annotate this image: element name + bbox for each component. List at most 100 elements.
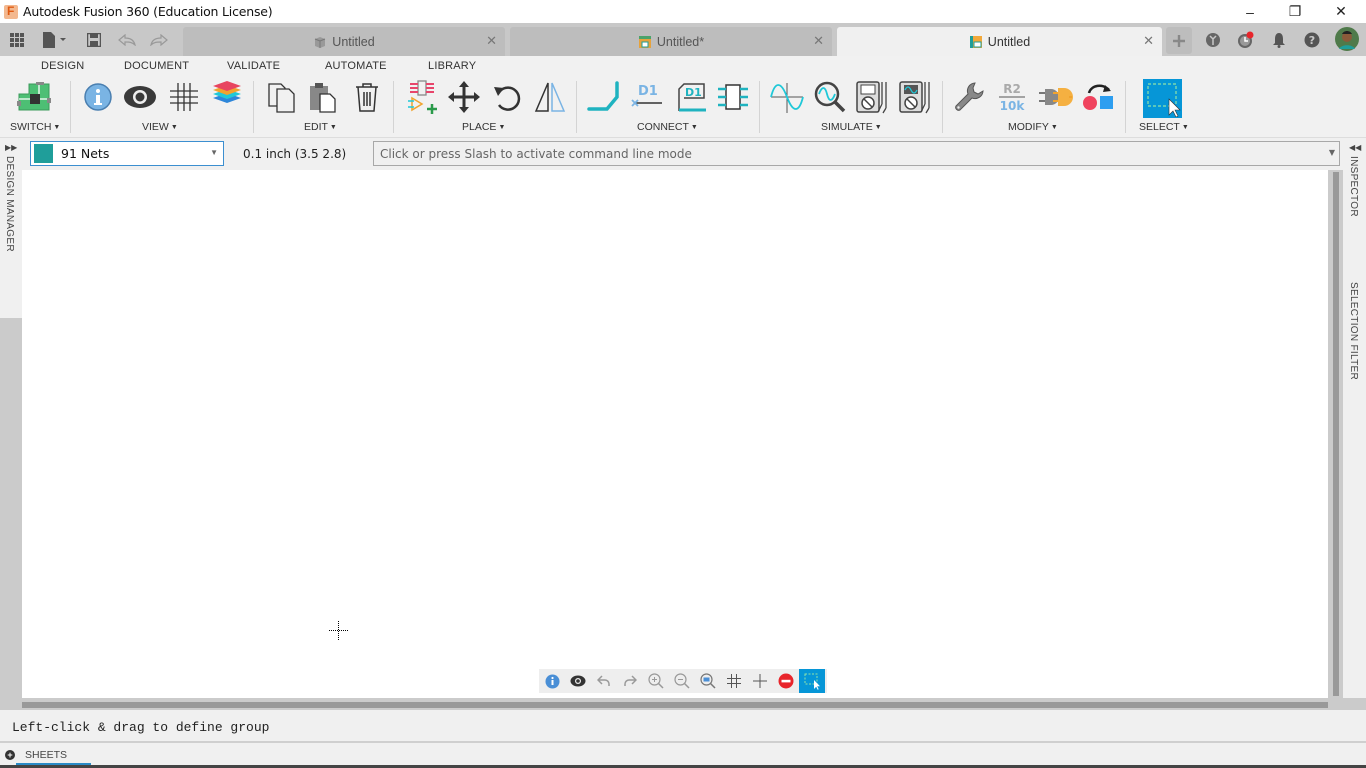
inspector-label[interactable]: INSPECTOR [1348, 156, 1359, 217]
save-button[interactable] [85, 30, 103, 50]
restore-button[interactable]: ❐ [1272, 0, 1318, 23]
net-button[interactable] [586, 79, 622, 115]
schematic-canvas[interactable] [22, 170, 1328, 698]
apps-grid-button[interactable] [7, 30, 27, 50]
place-component-icon [408, 80, 437, 114]
group-separator [759, 81, 760, 133]
job-status-button[interactable] [1236, 30, 1256, 50]
status-bar: Left-click & drag to define group [0, 710, 1366, 743]
switch-to-pcb-button[interactable] [16, 79, 52, 115]
tab-design[interactable]: DESIGN [41, 60, 84, 72]
move-icon [448, 81, 480, 113]
dropdown-caret-icon: ▼ [53, 124, 61, 131]
info-button[interactable] [80, 79, 116, 115]
design-manager-label[interactable]: DESIGN MANAGER [4, 156, 15, 252]
delete-button[interactable] [349, 79, 385, 115]
layers-button[interactable] [209, 79, 245, 115]
dropdown-caret-icon: ▼ [690, 124, 698, 131]
move-button[interactable] [446, 79, 482, 115]
grid-button[interactable] [166, 79, 202, 115]
tab-document[interactable]: DOCUMENT [124, 60, 189, 72]
extensions-icon [1206, 33, 1220, 47]
design-manager-panel[interactable]: ▶▶ DESIGN MANAGER [0, 138, 22, 318]
extensions-button[interactable] [1203, 30, 1223, 50]
tab-automate[interactable]: AUTOMATE [325, 60, 387, 72]
nav-zoom-fit-button[interactable] [695, 669, 721, 693]
expand-panel-icon[interactable]: ▶▶ [5, 143, 17, 152]
copy-button[interactable] [263, 79, 299, 115]
pin-button[interactable] [715, 79, 751, 115]
nav-redo-button[interactable] [617, 669, 643, 693]
close-tab-icon[interactable]: ✕ [486, 33, 497, 49]
rotate-button[interactable] [490, 79, 526, 115]
vertical-scroll-thumb[interactable] [1333, 172, 1339, 696]
nav-undo-button[interactable] [591, 669, 617, 693]
document-tab-3-active[interactable]: Untitled ✕ [837, 27, 1162, 56]
window-select-button[interactable] [1143, 79, 1182, 118]
sim-probe-icon [814, 81, 846, 113]
group-label-edit[interactable]: EDIT ▼ [304, 121, 337, 133]
place-component-button[interactable] [404, 79, 440, 115]
nav-stop-button[interactable] [773, 669, 799, 693]
selection-filter-label[interactable]: SELECTION FILTER [1348, 282, 1359, 380]
group-label-view[interactable]: VIEW ▼ [142, 121, 178, 133]
nav-zoom-out-button[interactable] [669, 669, 695, 693]
group-label-modify[interactable]: MODIFY ▼ [1008, 121, 1058, 133]
oscilloscope-button[interactable] [898, 79, 934, 115]
close-tab-icon[interactable]: ✕ [1143, 33, 1154, 49]
document-tab-1[interactable]: Untitled ✕ [183, 27, 505, 56]
sim-probe-button[interactable] [812, 79, 848, 115]
switch-to-pcb-icon [17, 82, 51, 111]
wrench-button[interactable] [951, 79, 987, 115]
net-class-dropdown[interactable]: 91 Nets ▼ [30, 141, 224, 166]
replace-button[interactable] [1080, 79, 1116, 115]
group-label-connect[interactable]: CONNECT ▼ [637, 121, 698, 133]
nav-zoom-in-button[interactable] [643, 669, 669, 693]
close-tab-icon[interactable]: ✕ [813, 33, 824, 49]
multimeter-icon [856, 81, 887, 114]
add-sheet-icon[interactable]: + [5, 750, 15, 760]
group-label-text: MODIFY [1008, 121, 1049, 133]
nav-crosshair-button[interactable] [747, 669, 773, 693]
mirror-button[interactable] [532, 79, 568, 115]
redo-button[interactable] [149, 30, 169, 50]
nav-info-button[interactable] [539, 669, 565, 693]
window-select-icon [804, 673, 820, 690]
group-label-select[interactable]: SELECT ▼ [1139, 121, 1189, 133]
show-button[interactable] [122, 79, 158, 115]
nav-show-button[interactable] [565, 669, 591, 693]
close-window-button[interactable]: ✕ [1318, 0, 1364, 23]
undo-button[interactable] [117, 30, 137, 50]
help-button[interactable]: ? [1302, 30, 1322, 50]
tab-library[interactable]: LIBRARY [428, 60, 476, 72]
group-label-switch[interactable]: SWITCH ▼ [10, 121, 60, 133]
new-tab-button[interactable] [1166, 27, 1192, 54]
info-icon [84, 83, 112, 111]
value-icon: R210k [999, 82, 1025, 113]
zoom-out-icon [674, 673, 690, 689]
document-tab-2[interactable]: Untitled* ✕ [510, 27, 832, 56]
minimize-button[interactable]: – [1227, 0, 1273, 23]
sheets-label[interactable]: SHEETS [25, 749, 67, 761]
user-avatar[interactable] [1335, 26, 1359, 52]
net-label-button[interactable]: D1 [629, 79, 665, 115]
chevron-down-icon[interactable]: ▼ [1329, 148, 1335, 157]
nav-window-select-button[interactable] [799, 669, 825, 693]
collapse-panel-icon[interactable]: ◀◀ [1349, 143, 1361, 152]
group-label-simulate[interactable]: SIMULATE ▼ [821, 121, 882, 133]
sim-signal-button[interactable] [769, 79, 805, 115]
command-line-input[interactable]: Click or press Slash to activate command… [373, 141, 1340, 166]
horizontal-scroll-thumb[interactable] [22, 702, 1328, 708]
group-label-place[interactable]: PLACE ▼ [462, 121, 505, 133]
multimeter-button[interactable] [855, 79, 891, 115]
file-menu-button[interactable] [40, 30, 70, 50]
grid-icon [170, 83, 198, 111]
value-button[interactable]: R2 10k [994, 79, 1030, 115]
nav-grid-button[interactable] [721, 669, 747, 693]
notifications-button[interactable] [1269, 30, 1289, 50]
inspector-panel[interactable]: ◀◀ INSPECTOR SELECTION FILTER [1343, 138, 1366, 442]
tab-validate[interactable]: VALIDATE [227, 60, 280, 72]
paste-button[interactable] [305, 79, 341, 115]
net-xref-button[interactable]: D1 [672, 79, 708, 115]
gate-swap-button[interactable] [1037, 79, 1073, 115]
